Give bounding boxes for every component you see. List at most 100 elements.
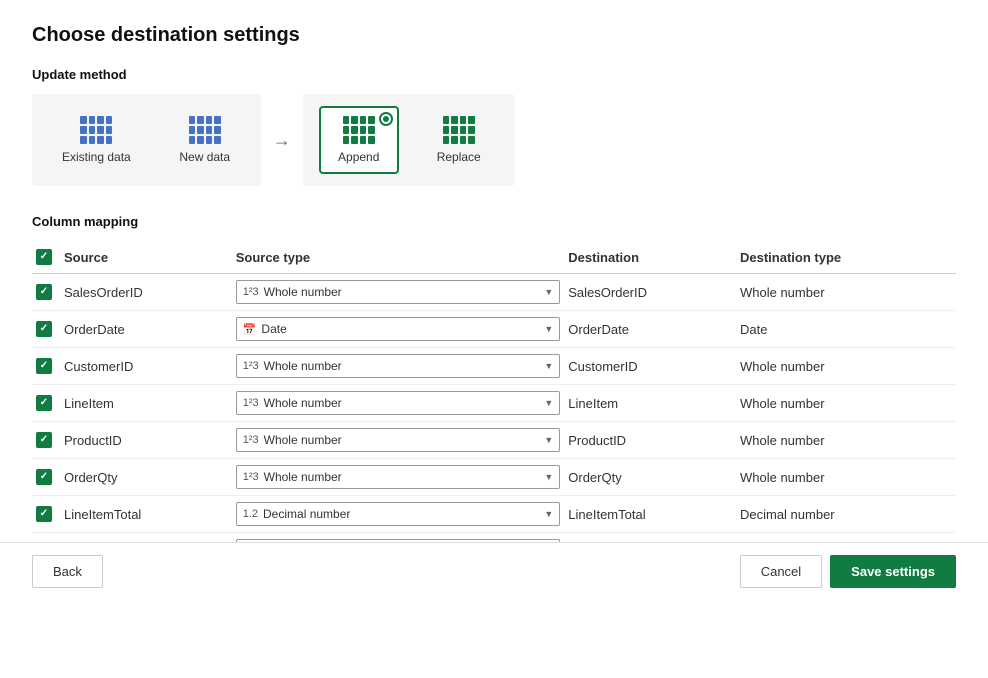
dropdown-arrow-icon: ▼ [544, 361, 553, 371]
dropdown-arrow-icon: ▼ [544, 435, 553, 445]
source-type-label: Whole number [264, 470, 342, 484]
source-method-group: Existing data New data [32, 94, 261, 186]
new-data-label: New data [179, 150, 230, 164]
method-replace[interactable]: Replace [419, 106, 499, 174]
number-icon: 1²3 [243, 397, 259, 409]
destination-type-text: Date [740, 322, 767, 337]
back-button[interactable]: Back [32, 555, 103, 588]
destination-type-text: Whole number [740, 433, 825, 448]
number-icon: 1²3 [243, 286, 259, 298]
row-checkbox[interactable]: ✓ [36, 469, 52, 485]
number-icon: 1²3 [243, 471, 259, 483]
table-row: ✓ProductID 1²3 Whole number ▼ ProductIDW… [32, 422, 956, 459]
cancel-button[interactable]: Cancel [740, 555, 822, 588]
header-checkbox-col: ✓ [32, 241, 64, 274]
source-type-dropdown[interactable]: 1²3 Whole number ▼ [236, 280, 561, 304]
table-row: ✓LineItem 1²3 Whole number ▼ LineItemWho… [32, 385, 956, 422]
source-type-label: Whole number [264, 433, 342, 447]
number-icon: 1²3 [243, 434, 259, 446]
destination-type-header: Destination type [740, 241, 956, 274]
page-title: Choose destination settings [32, 24, 956, 47]
dropdown-arrow-icon: ▼ [544, 287, 553, 297]
destination-cell: LineItem [568, 385, 740, 422]
source-type-dropdown[interactable]: 1.2 Decimal number ▼ [236, 502, 561, 526]
source-cell: LineItem [64, 385, 236, 422]
dest-method-group: Append Replace [303, 94, 515, 186]
source-type-cell: 1²3 Whole number ▼ [236, 274, 569, 311]
table-header-row: ✓ Source Source type Destination Destina… [32, 241, 956, 274]
source-type-label: Whole number [264, 285, 342, 299]
destination-header: Destination [568, 241, 740, 274]
source-type-header: Source type [236, 241, 569, 274]
destination-type-cell: Decimal number [740, 496, 956, 533]
source-type-dropdown[interactable]: 📅 Date ▼ [236, 317, 561, 341]
source-type-cell: 1²3 Whole number ▼ [236, 348, 569, 385]
replace-label: Replace [437, 150, 481, 164]
existing-data-label: Existing data [62, 150, 131, 164]
source-type-label: Date [261, 322, 286, 336]
source-type-dropdown[interactable]: 1²3 Whole number ▼ [236, 428, 561, 452]
source-type-dropdown[interactable]: 1²3 Whole number ▼ [236, 354, 561, 378]
destination-type-text: Whole number [740, 359, 825, 374]
destination-type-text: Whole number [740, 470, 825, 485]
table-row: ✓SalesOrderID 1²3 Whole number ▼ SalesOr… [32, 274, 956, 311]
replace-icon [443, 116, 475, 144]
column-mapping-section: Column mapping ✓ Source Source type Dest… [32, 214, 956, 570]
dropdown-arrow-icon: ▼ [544, 324, 553, 334]
method-existing[interactable]: Existing data [48, 106, 145, 174]
save-settings-button[interactable]: Save settings [830, 555, 956, 588]
destination-type-text: Decimal number [740, 507, 835, 522]
table-row: ✓OrderQty 1²3 Whole number ▼ OrderQtyWho… [32, 459, 956, 496]
source-cell: LineItemTotal [64, 496, 236, 533]
number-icon: 1²3 [243, 360, 259, 372]
destination-type-cell: Whole number [740, 459, 956, 496]
destination-cell: CustomerID [568, 348, 740, 385]
destination-type-cell: Whole number [740, 422, 956, 459]
append-label: Append [338, 150, 379, 164]
destination-cell: LineItemTotal [568, 496, 740, 533]
row-checkbox[interactable]: ✓ [36, 358, 52, 374]
destination-type-cell: Whole number [740, 385, 956, 422]
source-cell: OrderDate [64, 311, 236, 348]
destination-cell: ProductID [568, 422, 740, 459]
dropdown-arrow-icon: ▼ [544, 472, 553, 482]
dropdown-arrow-icon: ▼ [544, 509, 553, 519]
source-cell: SalesOrderID [64, 274, 236, 311]
row-checkbox[interactable]: ✓ [36, 284, 52, 300]
calendar-icon: 📅 [243, 323, 257, 336]
destination-type-text: Whole number [740, 396, 825, 411]
table-row: ✓ LineItemTotal 1.2 Decimal number ▼ Line… [32, 496, 956, 533]
right-buttons: Cancel Save settings [740, 555, 956, 588]
source-cell: ProductID [64, 422, 236, 459]
destination-type-text: Whole number [740, 285, 825, 300]
destination-type-cell: Whole number [740, 348, 956, 385]
row-checkbox[interactable]: ✓ [36, 395, 52, 411]
source-type-dropdown[interactable]: 1²3 Whole number ▼ [236, 391, 561, 415]
dropdown-arrow-icon: ▼ [544, 398, 553, 408]
row-checkbox[interactable]: ✓ [36, 321, 52, 337]
table-row: ✓OrderDate 📅 Date ▼ OrderDateDate [32, 311, 956, 348]
row-checkbox[interactable]: ✓ [36, 432, 52, 448]
source-type-label: Decimal number [263, 507, 350, 521]
destination-cell: OrderQty [568, 459, 740, 496]
select-all-checkbox[interactable]: ✓ [36, 249, 52, 265]
decimal-icon: 1.2 [243, 508, 258, 520]
destination-type-cell: Date [740, 311, 956, 348]
append-radio [379, 112, 393, 126]
update-method-section: Existing data New data → Append [32, 94, 956, 186]
destination-cell: OrderDate [568, 311, 740, 348]
source-type-dropdown[interactable]: 1²3 Whole number ▼ [236, 465, 561, 489]
method-new[interactable]: New data [165, 106, 245, 174]
destination-type-cell: Whole number [740, 274, 956, 311]
row-checkbox[interactable]: ✓ [36, 506, 52, 522]
source-type-label: Whole number [264, 359, 342, 373]
method-append[interactable]: Append [319, 106, 399, 174]
source-header: Source [64, 241, 236, 274]
source-cell: CustomerID [64, 348, 236, 385]
source-cell: OrderQty [64, 459, 236, 496]
append-icon [343, 116, 375, 144]
source-type-cell: 1²3 Whole number ▼ [236, 385, 569, 422]
new-data-icon [189, 116, 221, 144]
source-type-cell: 1²3 Whole number ▼ [236, 459, 569, 496]
column-mapping-label: Column mapping [32, 214, 956, 229]
